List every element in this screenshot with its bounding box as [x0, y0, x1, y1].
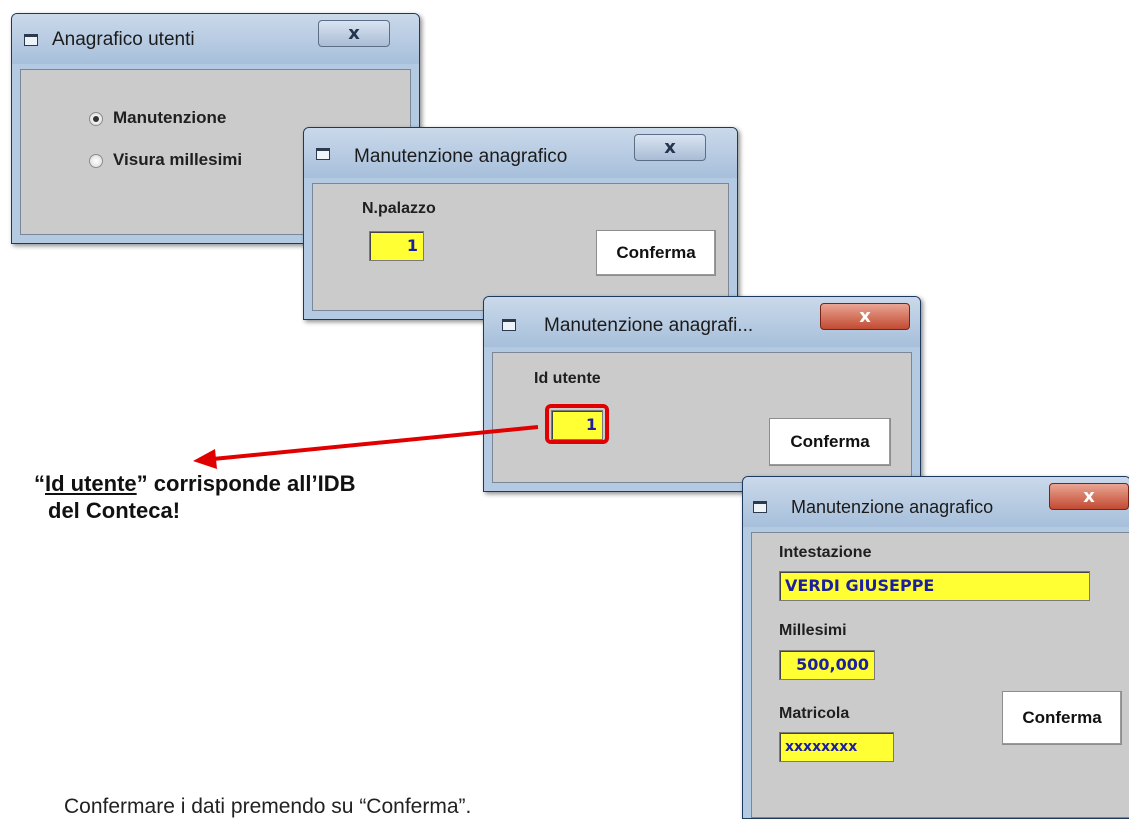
intestazione-field[interactable]: VERDI GIUSEPPE — [779, 571, 1090, 601]
annotation-line1: “Id utente” corrisponde all’IDB — [34, 471, 356, 497]
annotation-line2: del Conteca! — [48, 498, 181, 523]
window-client-area: Id utente 1 Conferma — [492, 352, 912, 483]
radio-manutenzione-label[interactable]: Manutenzione — [113, 108, 226, 128]
titlebar[interactable]: Anagrafico utenti x — [12, 14, 419, 64]
intestazione-label: Intestazione — [779, 544, 872, 561]
window-title: Manutenzione anagrafico — [791, 497, 994, 517]
window-manutenzione-palazzo: Manutenzione anagrafico x N.palazzo 1 Co… — [303, 127, 738, 320]
window-title: Manutenzione anagrafico — [354, 146, 568, 167]
radio-visura-millesimi[interactable] — [89, 154, 103, 168]
matricola-label: Matricola — [779, 705, 850, 722]
idutente-highlight — [545, 404, 609, 444]
annotation-term: Id utente — [45, 471, 137, 496]
npalazzo-label: N.palazzo — [362, 200, 436, 217]
conferma-button[interactable]: Conferma — [769, 418, 891, 466]
annotation-open-quote: “ — [34, 471, 45, 496]
millesimi-label: Millesimi — [779, 622, 847, 639]
conferma-button[interactable]: Conferma — [596, 230, 716, 276]
window-title: Anagrafico utenti — [52, 29, 195, 50]
close-button[interactable]: x — [318, 20, 390, 47]
window-client-area: N.palazzo 1 Conferma — [312, 183, 729, 311]
annotation-rest: ” corrisponde all’IDB — [136, 471, 356, 496]
idutente-label: Id utente — [534, 370, 601, 387]
window-icon — [753, 501, 767, 513]
npalazzo-field[interactable]: 1 — [369, 231, 424, 261]
millesimi-field[interactable]: 500,000 — [779, 650, 875, 680]
arrow-head — [193, 449, 217, 469]
conferma-button[interactable]: Conferma — [1002, 691, 1122, 745]
titlebar[interactable]: Manutenzione anagrafico x — [743, 477, 1129, 527]
window-icon — [24, 34, 38, 46]
close-button[interactable]: x — [1049, 483, 1129, 510]
radio-manutenzione[interactable] — [89, 112, 103, 126]
window-manutenzione-dettaglio: Manutenzione anagrafico x Intestazione V… — [742, 476, 1129, 819]
instruction-caption: Confermare i dati premendo su “Conferma”… — [64, 795, 472, 818]
window-manutenzione-idutente: Manutenzione anagrafi... x Id utente 1 C… — [483, 296, 921, 492]
window-client-area: Intestazione VERDI GIUSEPPE Millesimi 50… — [751, 532, 1129, 818]
window-icon — [502, 319, 516, 331]
radio-visura-millesimi-label[interactable]: Visura millesimi — [113, 150, 242, 170]
window-title: Manutenzione anagrafi... — [544, 315, 754, 336]
close-button[interactable]: x — [634, 134, 706, 161]
close-button[interactable]: x — [820, 303, 910, 330]
matricola-field[interactable]: xxxxxxxx — [779, 732, 894, 762]
titlebar[interactable]: Manutenzione anagrafi... x — [484, 297, 920, 347]
window-icon — [316, 148, 330, 160]
titlebar[interactable]: Manutenzione anagrafico x — [304, 128, 737, 178]
